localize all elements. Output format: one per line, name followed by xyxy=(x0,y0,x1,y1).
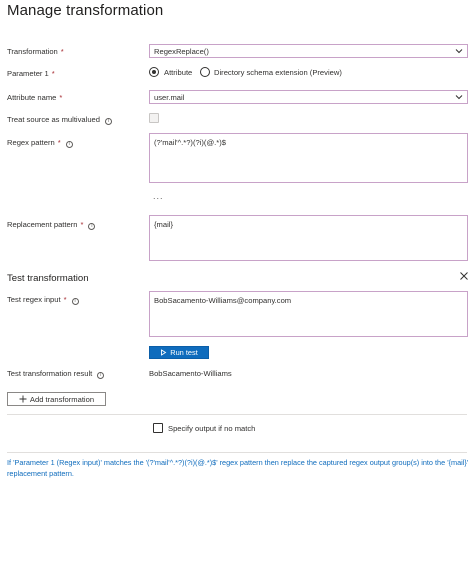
replacement-pattern-label: Replacement pattern * i xyxy=(7,220,96,230)
parameter1-label: Parameter 1 * xyxy=(7,69,55,78)
close-icon[interactable] xyxy=(459,271,469,281)
info-icon: i xyxy=(65,141,73,148)
more-options-ellipsis[interactable]: ... xyxy=(153,191,164,201)
transformation-description: If 'Parameter 1 (Regex input)' matches t… xyxy=(7,458,469,478)
radio-attribute-label: Attribute xyxy=(164,68,193,77)
test-regex-input-label: Test regex input * i xyxy=(7,295,79,305)
replacement-pattern-textarea[interactable]: {mail} xyxy=(149,215,468,261)
transformation-dropdown[interactable]: RegexReplace() xyxy=(149,44,468,58)
info-icon: i xyxy=(97,372,105,379)
test-result-label: Test transformation result i xyxy=(7,369,105,379)
radio-directory-schema-extension[interactable] xyxy=(200,67,210,77)
transformation-value: RegexReplace() xyxy=(154,47,209,56)
info-icon: i xyxy=(88,223,96,230)
play-icon xyxy=(161,349,167,356)
test-transformation-heading: Test transformation xyxy=(7,273,89,284)
radio-attribute[interactable] xyxy=(149,67,159,77)
add-transformation-label: Add transformation xyxy=(29,394,95,404)
page-title: Manage transformation xyxy=(7,2,164,19)
specify-output-label: Specify output if no match xyxy=(168,424,256,433)
chevron-down-icon xyxy=(455,95,463,100)
chevron-down-icon xyxy=(455,49,463,54)
attribute-name-label: Attribute name * xyxy=(7,93,63,102)
attribute-name-dropdown[interactable]: user.mail xyxy=(149,90,468,104)
info-icon: i xyxy=(71,298,79,305)
regex-pattern-label: Regex pattern * i xyxy=(7,138,73,148)
treat-multivalued-label: Treat source as multivalued i xyxy=(7,115,112,125)
run-test-button[interactable]: Run test xyxy=(149,346,209,359)
test-result-value: BobSacamento-Williams xyxy=(149,369,232,378)
treat-multivalued-checkbox[interactable] xyxy=(149,113,159,123)
divider xyxy=(7,452,467,453)
run-test-label: Run test xyxy=(170,348,198,357)
plus-icon xyxy=(19,395,27,403)
test-regex-input-textarea[interactable]: BobSacamento-Williams@company.com xyxy=(149,291,468,337)
divider xyxy=(7,414,467,415)
specify-output-checkbox[interactable] xyxy=(153,423,163,433)
transformation-label: Transformation * xyxy=(7,47,64,56)
radio-directory-schema-extension-label: Directory schema extension (Preview) xyxy=(214,68,342,77)
add-transformation-button[interactable]: Add transformation xyxy=(7,392,106,406)
info-icon: i xyxy=(105,118,112,125)
regex-pattern-textarea[interactable]: (?'mail'^.*?)(?i)(@.*)$ xyxy=(149,133,468,183)
attribute-name-value: user.mail xyxy=(154,93,185,102)
